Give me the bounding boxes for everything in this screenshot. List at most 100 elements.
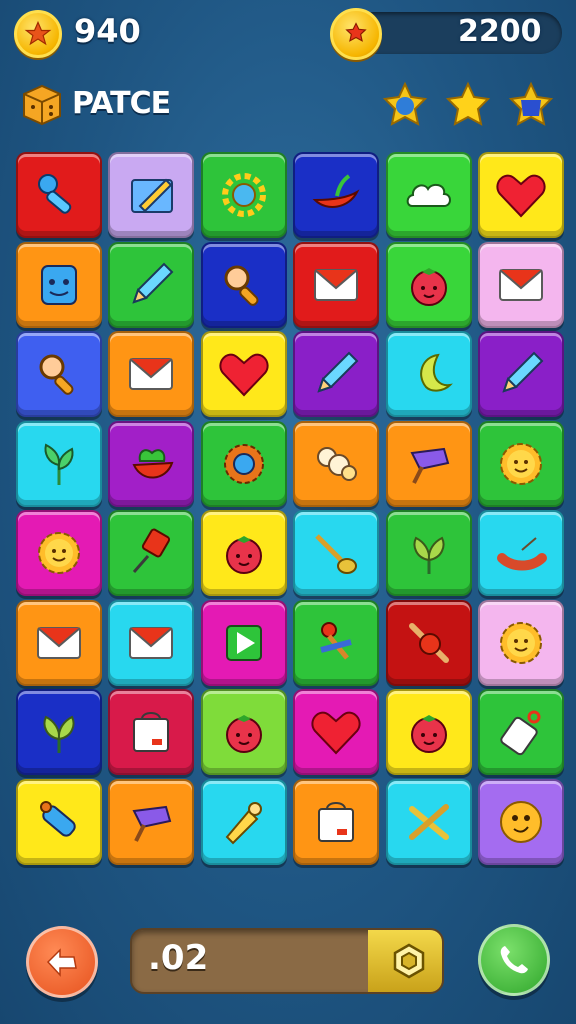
heart-icon [219,353,269,397]
tag-icon [500,710,541,756]
leaf-icon [413,536,445,574]
tile-1-0[interactable] [16,242,102,328]
tomato-face-icon [226,715,262,753]
tile-0-1[interactable] [108,152,194,238]
tile-1-5[interactable] [478,242,564,328]
envelope-icon [129,358,173,390]
robot-face-icon [41,265,77,305]
tile-4-5[interactable] [478,510,564,596]
tile-1-2[interactable] [201,242,287,328]
tile-6-4[interactable] [386,689,472,775]
progress-bar: .02 [130,928,444,994]
tile-3-3[interactable] [293,421,379,507]
chili-pepper-icon [312,174,360,208]
puff-cloud-icon [317,447,357,481]
tile-3-0[interactable] [16,421,102,507]
leaf-icon [43,715,75,753]
tile-3-2[interactable] [201,421,287,507]
envelope-icon [129,627,173,659]
hexagon-nut-icon[interactable] [390,942,428,980]
tile-6-1[interactable] [108,689,194,775]
tile-2-5[interactable] [478,331,564,417]
tile-3-5[interactable] [478,421,564,507]
tile-6-0[interactable] [16,689,102,775]
edit-pencil-icon [131,178,173,213]
tile-7-3[interactable] [293,779,379,865]
phone-icon [500,946,528,974]
tile-0-3[interactable] [293,152,379,238]
tomato-face-icon [226,536,262,574]
flashlight-icon [40,801,76,837]
envelope-icon [314,269,358,301]
tile-4-2[interactable] [201,510,287,596]
tile-0-0[interactable] [16,152,102,238]
pencil-icon [132,262,174,304]
magnifier-icon [39,354,74,395]
crossed-sticks-icon [409,804,449,840]
tile-7-2[interactable] [201,779,287,865]
play-icon [226,625,262,661]
tile-6-3[interactable] [293,689,379,775]
game-board [0,0,576,1024]
tile-7-0[interactable] [16,779,102,865]
shopping-bag-icon [133,712,169,752]
cloud-icon [406,183,451,207]
tools-icon [320,622,352,660]
sun-icon [222,173,266,217]
tile-7-1[interactable] [108,779,194,865]
tile-4-4[interactable] [386,510,472,596]
tomato-face-icon [411,715,447,753]
tile-4-1[interactable] [108,510,194,596]
tile-4-0[interactable] [16,510,102,596]
tile-7-5[interactable] [478,779,564,865]
paint-brush-icon [410,447,450,484]
progress-value: .02 [148,938,209,978]
tile-1-3[interactable] [293,242,379,328]
bell-icon [225,802,262,845]
pencil-icon [317,351,359,393]
tile-5-3[interactable] [293,600,379,686]
rolling-pin-icon [409,623,449,663]
tile-2-2[interactable] [201,331,287,417]
sausage-icon [497,537,547,571]
gear-icon [224,444,264,484]
tile-2-0[interactable] [16,331,102,417]
tomato-face-icon [411,268,447,306]
pushpin-icon [132,528,171,573]
tile-0-5[interactable] [478,152,564,238]
heart-icon [311,711,361,755]
paint-brush-icon [132,805,172,842]
key-icon [38,174,72,214]
smiley-sun-icon [500,622,542,664]
pencil-icon [502,351,544,393]
tile-6-5[interactable] [478,689,564,775]
spoon-icon [315,534,357,574]
tile-7-4[interactable] [386,779,472,865]
tile-0-4[interactable] [386,152,472,238]
tile-4-3[interactable] [293,510,379,596]
sprout-icon [44,443,74,485]
tile-2-4[interactable] [386,331,472,417]
moon-icon [420,353,453,392]
tile-2-1[interactable] [108,331,194,417]
magnifier-icon [224,265,259,306]
cherry-leaf-icon [132,449,174,479]
tile-5-1[interactable] [108,600,194,686]
tile-5-5[interactable] [478,600,564,686]
tile-5-4[interactable] [386,600,472,686]
back-button[interactable] [26,926,98,998]
tile-3-1[interactable] [108,421,194,507]
tile-2-3[interactable] [293,331,379,417]
tile-5-2[interactable] [201,600,287,686]
envelope-icon [37,627,81,659]
tile-6-2[interactable] [201,689,287,775]
tile-5-0[interactable] [16,600,102,686]
tile-3-4[interactable] [386,421,472,507]
tile-1-4[interactable] [386,242,472,328]
smiley-sun-icon [38,532,80,574]
smiley-face-icon [500,801,542,843]
tile-1-1[interactable] [108,242,194,328]
heart-icon [496,174,546,218]
call-button[interactable] [478,924,550,996]
tile-0-2[interactable] [201,152,287,238]
